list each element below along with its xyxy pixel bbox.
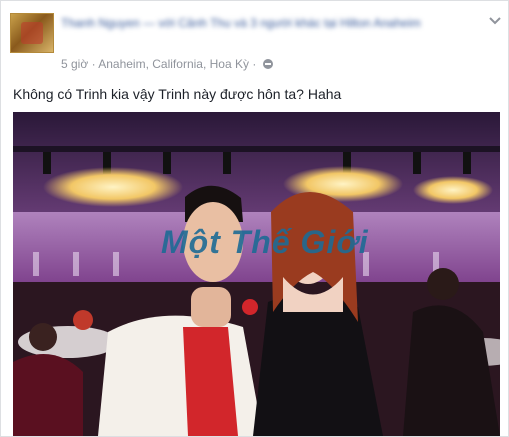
meta-separator: · [91,57,96,71]
photo-scene [13,112,500,436]
post-location[interactable]: Anaheim, California, Hoa Kỳ [98,57,249,71]
chevron-down-icon[interactable] [488,15,502,25]
globe-icon[interactable] [262,59,273,69]
feed-post: Thanh Nguyen — với Cảnh Thu và 3 người k… [0,0,509,437]
author-avatar[interactable] [10,13,54,53]
post-timestamp[interactable]: 5 giờ [61,57,88,71]
post-header-blurred[interactable]: Thanh Nguyen — với Cảnh Thu và 3 người k… [61,15,461,31]
post-photo[interactable]: Một Thế Giới [13,112,500,436]
post-meta: 5 giờ · Anaheim, California, Hoa Kỳ · [61,57,273,71]
photo-watermark: Một Thế Giới [161,224,369,260]
post-caption: Không có Trinh kia vậy Trinh này được hô… [13,86,342,102]
meta-separator-2: · [252,57,257,71]
